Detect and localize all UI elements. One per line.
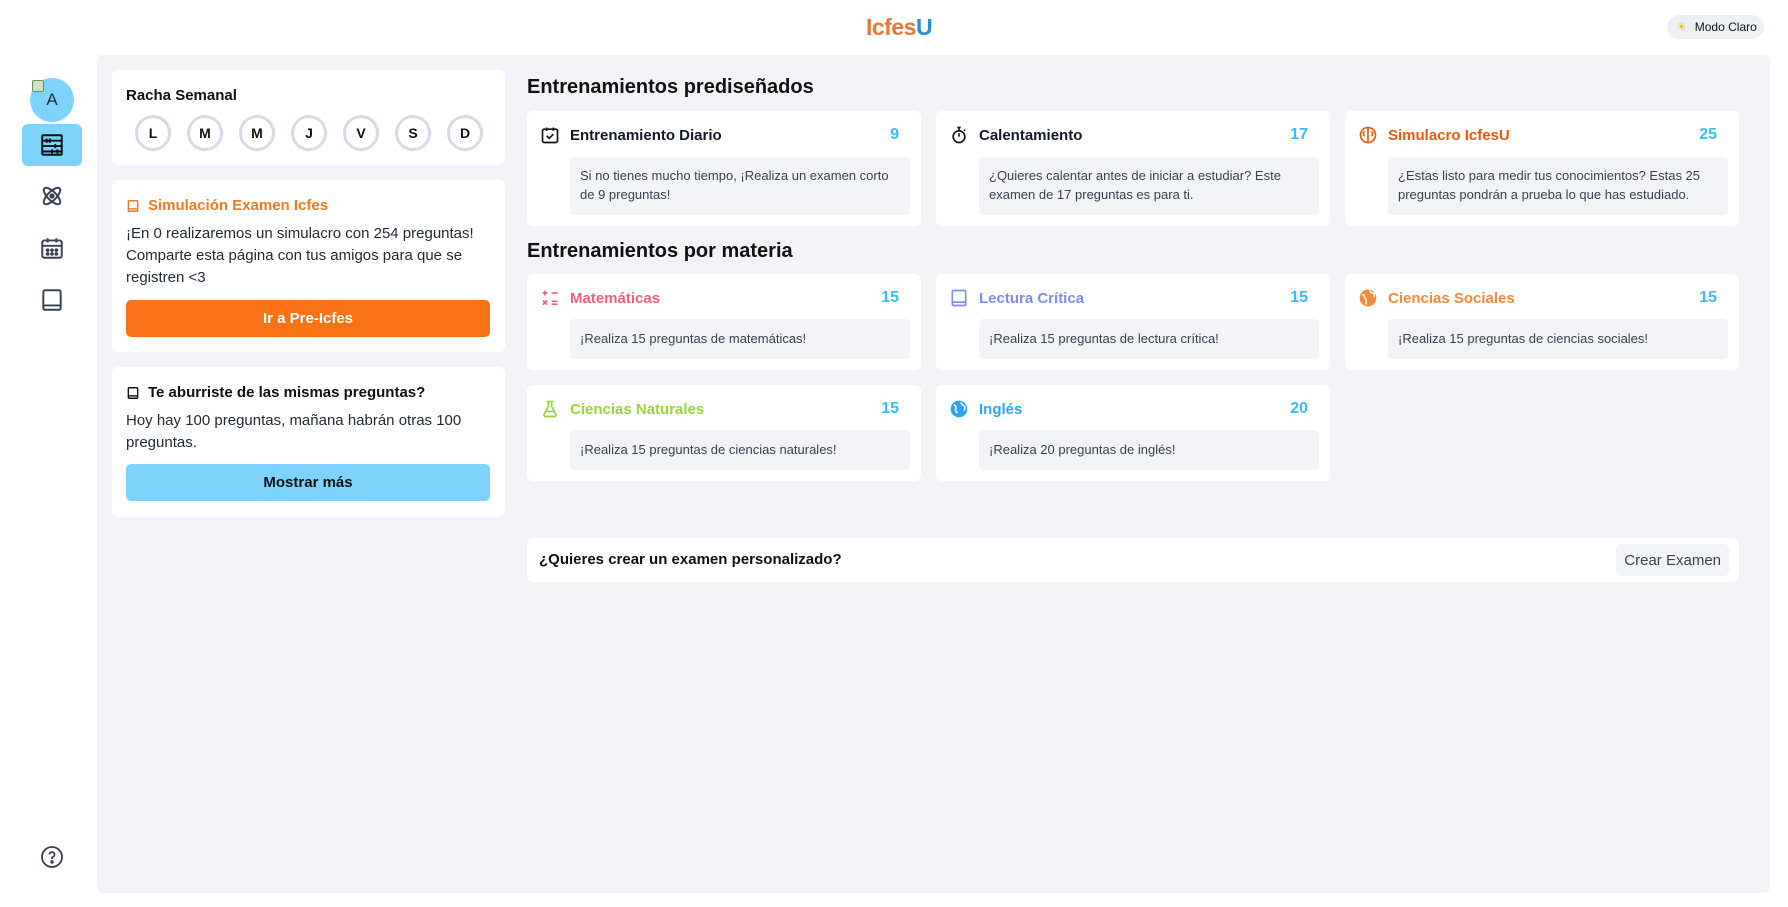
show-more-button[interactable]: Mostrar más <box>126 464 490 501</box>
go-pre-icfes-button[interactable]: Ir a Pre-Icfes <box>126 300 490 337</box>
book-icon <box>951 289 967 307</box>
broken-image-icon <box>32 80 44 92</box>
sidebar-item-calendar[interactable] <box>22 227 82 269</box>
calendar-icon <box>41 238 63 259</box>
custom-exam-question: ¿Quieres crear un examen personalizado? <box>539 551 842 568</box>
tile-header: Lectura Crítica <box>949 288 1084 308</box>
more-questions-text: Hoy hay 100 preguntas, mañana habrán otr… <box>126 412 462 451</box>
theme-toggle-button[interactable]: ☀ Modo Claro <box>1667 15 1764 39</box>
flask-icon <box>543 400 557 418</box>
globe-icon <box>1359 289 1377 307</box>
tile-count: 9 <box>890 126 899 143</box>
sidebar-item-trainings[interactable] <box>22 124 82 166</box>
streak-days: L M M J V S D <box>135 115 483 151</box>
more-questions-header: Te aburriste de las mismas preguntas? <box>126 384 425 401</box>
tile-count: 15 <box>1290 289 1308 306</box>
tile-count: 17 <box>1290 126 1308 143</box>
tile-header: Matemáticas <box>540 288 660 308</box>
subject-tile-natural[interactable]: Ciencias Naturales 15 ¡Realiza 15 pregun… <box>527 385 921 481</box>
help-icon[interactable] <box>40 845 64 869</box>
calendar-check-icon <box>541 127 559 144</box>
stopwatch-icon <box>952 126 966 144</box>
theme-toggle-label: Modo Claro <box>1694 20 1757 34</box>
tile-header: Calentamiento <box>949 125 1082 145</box>
tile-description: ¡Realiza 20 preguntas de inglés! <box>979 430 1319 470</box>
tile-title: Simulacro IcfesU <box>1388 126 1510 144</box>
top-header: IcfesU ☀ Modo Claro <box>0 0 1788 55</box>
tile-title: Inglés <box>979 400 1023 418</box>
abacus-icon <box>41 134 63 156</box>
tile-description: ¡Realiza 15 preguntas de matemáticas! <box>570 319 910 359</box>
atom-icon <box>42 186 62 206</box>
predesigned-section-title: Entrenamientos prediseñados <box>527 76 814 98</box>
tile-description: ¡Realiza 15 preguntas de lectura crítica… <box>979 319 1319 359</box>
training-tile-simulacro[interactable]: Simulacro IcfesU 25 ¿Estas listo para me… <box>1345 111 1739 226</box>
tile-count: 25 <box>1699 126 1717 143</box>
streak-day: V <box>343 115 379 151</box>
tile-description: ¿Estas listo para medir tus conocimiento… <box>1388 157 1728 215</box>
tile-title: Matemáticas <box>570 289 661 307</box>
brain-icon <box>1359 126 1377 144</box>
tile-title: Calentamiento <box>979 126 1083 144</box>
subject-tile-reading[interactable]: Lectura Crítica 15 ¡Realiza 15 preguntas… <box>936 274 1330 370</box>
streak-title: Racha Semanal <box>126 87 237 104</box>
subject-tile-social[interactable]: Ciencias Sociales 15 ¡Realiza 15 pregunt… <box>1345 274 1739 370</box>
simulation-title: Simulación Examen Icfes <box>148 197 329 214</box>
main-content: Racha Semanal L M M J V S D Simulación E… <box>97 55 1770 893</box>
tile-description: Si no tienes mucho tiempo, ¡Realiza un e… <box>570 157 910 215</box>
streak-day: S <box>395 115 431 151</box>
tile-count: 15 <box>881 289 899 306</box>
subject-tile-math[interactable]: Matemáticas 15 ¡Realiza 15 preguntas de … <box>527 274 921 370</box>
avatar[interactable]: A <box>30 78 74 122</box>
tile-header: Ciencias Naturales <box>540 399 704 419</box>
simulation-text: ¡En 0 realizaremos un simulacro con 254 … <box>126 225 474 286</box>
book-icon <box>127 386 139 399</box>
more-questions-title: Te aburriste de las mismas preguntas? <box>148 384 426 401</box>
tile-title: Ciencias Naturales <box>570 400 705 418</box>
tile-description: ¡Realiza 15 preguntas de ciencias social… <box>1388 319 1728 359</box>
tile-count: 20 <box>1290 400 1308 417</box>
subjects-section-title: Entrenamientos por materia <box>527 240 793 262</box>
tile-header: Simulacro IcfesU <box>1358 125 1510 145</box>
tile-description: ¿Quieres calentar antes de iniciar a est… <box>979 157 1319 215</box>
sun-icon: ☀ <box>1676 20 1687 34</box>
tile-count: 15 <box>881 400 899 417</box>
tile-header: Entrenamiento Diario <box>540 125 722 145</box>
tile-header: Inglés <box>949 399 1022 419</box>
tile-description: ¡Realiza 15 preguntas de ciencias natura… <box>570 430 910 470</box>
weekly-streak-card: Racha Semanal L M M J V S D <box>112 70 505 165</box>
avatar-initial: A <box>46 90 58 109</box>
simulation-card: Simulación Examen Icfes ¡En 0 realizarem… <box>112 180 505 352</box>
tile-title: Lectura Crítica <box>979 289 1085 307</box>
streak-day: M <box>187 115 223 151</box>
tile-header: Ciencias Sociales <box>1358 288 1515 308</box>
training-tile-daily[interactable]: Entrenamiento Diario 9 Si no tienes much… <box>527 111 921 226</box>
sidebar-item-sciences[interactable] <box>22 175 82 217</box>
book-icon <box>127 199 139 212</box>
simulation-header: Simulación Examen Icfes <box>126 197 328 214</box>
subject-tile-english[interactable]: Inglés 20 ¡Realiza 20 preguntas de inglé… <box>936 385 1330 481</box>
custom-exam-bar: ¿Quieres crear un examen personalizado? … <box>527 538 1739 582</box>
training-tile-warmup[interactable]: Calentamiento 17 ¿Quieres calentar antes… <box>936 111 1330 226</box>
tile-title: Entrenamiento Diario <box>570 126 722 144</box>
earth-icon <box>950 400 968 418</box>
streak-day: M <box>239 115 275 151</box>
sidebar-item-library[interactable] <box>22 279 82 321</box>
tile-title: Ciencias Sociales <box>1388 289 1515 307</box>
tile-count: 15 <box>1699 289 1717 306</box>
app-logo[interactable]: IcfesU <box>866 14 933 41</box>
create-exam-button[interactable]: Crear Examen <box>1616 544 1729 576</box>
streak-day: D <box>447 115 483 151</box>
streak-day: J <box>291 115 327 151</box>
streak-day: L <box>135 115 171 151</box>
math-symbols-icon <box>542 290 558 306</box>
more-questions-card: Te aburriste de las mismas preguntas? Ho… <box>112 367 505 517</box>
sidebar: A <box>0 55 97 907</box>
book-icon <box>42 289 62 311</box>
